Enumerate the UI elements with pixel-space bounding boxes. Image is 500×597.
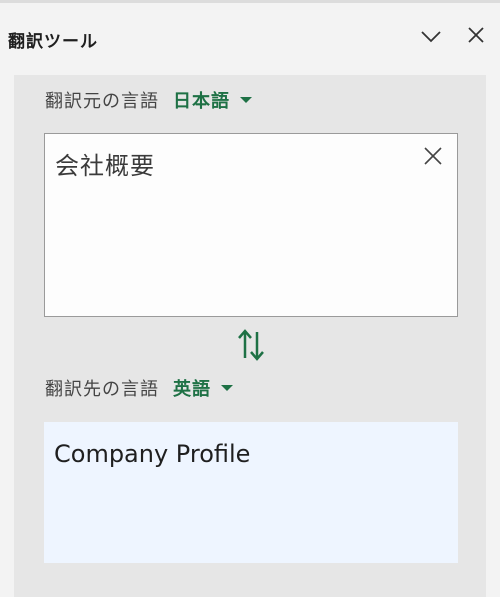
- pane-header: 翻訳ツール: [0, 3, 500, 73]
- caret-down-icon: [240, 97, 252, 103]
- close-pane-button[interactable]: [460, 21, 492, 53]
- source-language-value: 日本語: [173, 91, 230, 112]
- swap-vertical-icon: [236, 329, 266, 366]
- pane-title: 翻訳ツール: [8, 32, 98, 52]
- source-language-row: 翻訳元の言語 日本語: [45, 85, 252, 115]
- close-icon: [423, 147, 443, 170]
- chevron-down-icon: [421, 28, 441, 47]
- source-text: 会社概要: [55, 152, 155, 180]
- swap-languages-button[interactable]: [236, 328, 266, 362]
- clear-source-button[interactable]: [423, 146, 443, 166]
- target-language-dropdown[interactable]: 英語: [173, 375, 233, 401]
- source-text-input[interactable]: 会社概要: [44, 133, 458, 317]
- target-language-value: 英語: [173, 379, 211, 400]
- translation-output: Company Profile: [44, 422, 458, 563]
- target-language-row: 翻訳先の言語 英語: [45, 373, 233, 403]
- translated-text: Company Profile: [54, 440, 251, 468]
- source-language-dropdown[interactable]: 日本語: [173, 87, 252, 113]
- source-language-label: 翻訳元の言語: [45, 91, 159, 112]
- target-language-label: 翻訳先の言語: [45, 379, 159, 400]
- caret-down-icon: [221, 385, 233, 391]
- close-icon: [468, 27, 484, 47]
- collapse-button[interactable]: [415, 21, 447, 53]
- translator-panel: 翻訳元の言語 日本語 会社概要 翻訳先の言語 英語 Company Profil…: [14, 75, 486, 597]
